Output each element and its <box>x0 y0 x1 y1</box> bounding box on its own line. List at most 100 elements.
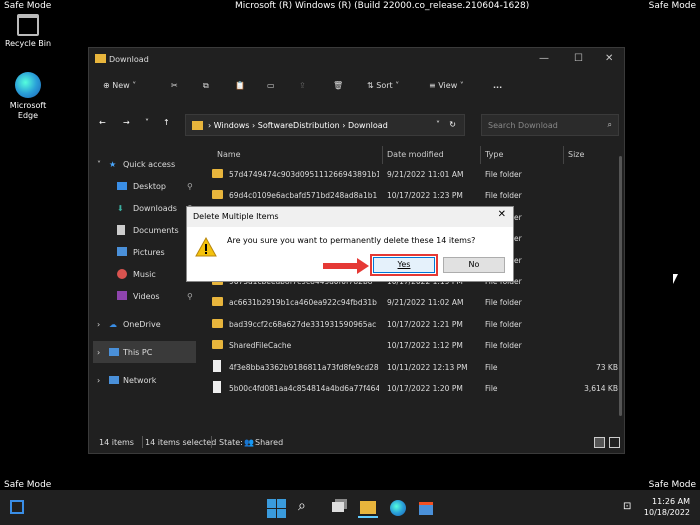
close-button[interactable]: ✕ <box>605 53 613 64</box>
rename-icon[interactable]: ▭ <box>267 81 275 90</box>
breadcrumb-item[interactable]: Download <box>348 121 388 130</box>
state-label: State: <box>219 438 243 447</box>
search-taskbar-icon[interactable]: ⌕ <box>298 498 318 518</box>
edge-taskbar-icon[interactable] <box>388 498 408 518</box>
nav-item-network[interactable]: › Network <box>93 369 198 391</box>
tiles-view-icon[interactable] <box>609 437 620 448</box>
file-icon <box>213 359 221 372</box>
edge-shortcut[interactable]: Microsoft Edge <box>0 72 56 121</box>
cell-date: 10/17/2022 1:23 PM <box>387 191 463 201</box>
nav-label: Network <box>123 376 157 385</box>
nav-item-quick-access[interactable]: ˅ ★ Quick access <box>93 153 198 175</box>
nav-item-downloads[interactable]: ⬇ Downloads ⚲ <box>93 197 198 219</box>
delete-icon[interactable]: 🗑 <box>333 81 343 90</box>
nav-item-onedrive[interactable]: › ☁ OneDrive <box>93 313 198 335</box>
state-value: Shared <box>255 438 284 447</box>
nav-label: Videos <box>133 292 160 301</box>
nav-item-desktop[interactable]: Desktop ⚲ <box>93 175 198 197</box>
nav-item-music[interactable]: Music ⚲ <box>93 263 198 285</box>
paste-icon[interactable]: 📋 <box>235 81 245 90</box>
nav-label: Documents <box>133 226 179 235</box>
column-header: Name Date modified Type Size <box>207 146 616 164</box>
folder-row[interactable]: 69d4c0109e6acbafd571bd248ad8a1b1 10/17/20… <box>207 185 616 206</box>
recent-chevron-icon[interactable]: ˅ <box>145 118 149 127</box>
back-arrow-icon[interactable]: ← <box>99 118 106 127</box>
minimize-button[interactable]: — <box>539 53 549 64</box>
address-bar[interactable]: › Windows › SoftwareDistribution › Downl… <box>185 114 465 136</box>
recycle-bin-label: Recycle Bin <box>4 39 52 48</box>
share-icon[interactable]: ⇪ <box>299 81 306 90</box>
cell-type: File folder <box>485 298 522 308</box>
download-icon: ⬇ <box>117 204 124 213</box>
recycle-bin-shortcut[interactable]: Recycle Bin <box>0 14 56 49</box>
command-bar: ⊕ New ˅ ✂ ⧉ 📋 ▭ ⇪ 🗑 ⇅ Sort ˅ ≡ View ˅ ..… <box>89 76 624 100</box>
file-row[interactable]: 4f3e8bba3362b9186811a73fd8fe9cd28355... 1… <box>207 357 618 378</box>
selected-count: 14 items selected <box>145 438 217 447</box>
recycle-bin-icon <box>17 14 39 36</box>
safe-mode-desktop-icon[interactable] <box>10 500 30 520</box>
taskbar: ⌕ ⊡ 11:26 AM 10/18/2022 <box>0 490 700 525</box>
desktop-build-title: Microsoft (R) Windows (R) (Build 22000.c… <box>235 1 530 11</box>
cell-date: 10/17/2022 1:20 PM <box>387 383 463 393</box>
more-options-button[interactable]: ... <box>493 81 502 90</box>
new-button[interactable]: ⊕ New ˅ <box>103 81 136 90</box>
breadcrumb-separator-icon: › <box>342 121 346 130</box>
pin-icon[interactable]: ⚲ <box>187 292 193 301</box>
task-view-icon[interactable] <box>328 498 348 518</box>
folder-row[interactable]: 57d4749474c903d095111266943891b1 9/21/202… <box>207 164 616 185</box>
nav-item-pictures[interactable]: Pictures ⚲ <box>93 241 198 263</box>
nav-item-this-pc[interactable]: › This PC <box>93 341 196 363</box>
dialog-close-icon[interactable]: ✕ <box>498 209 506 220</box>
cell-type: File folder <box>485 319 522 329</box>
store-icon[interactable] <box>416 498 436 518</box>
yes-button[interactable]: Yes <box>370 254 438 276</box>
network-icon <box>109 376 119 384</box>
nav-item-videos[interactable]: Videos ⚲ <box>93 285 198 307</box>
folder-row[interactable]: bad39ccf2c68a627de331931590965ac 10/17/20… <box>207 314 616 335</box>
arrow-head-icon <box>357 258 369 274</box>
cell-date: 10/17/2022 1:21 PM <box>387 319 463 329</box>
column-type[interactable]: Type <box>485 150 503 159</box>
nav-item-documents[interactable]: Documents ⚲ <box>93 219 198 241</box>
search-input[interactable]: Search Download ⌕ <box>481 114 619 136</box>
refresh-icon[interactable]: ↻ <box>449 120 456 129</box>
sort-button[interactable]: ⇅ Sort ˅ <box>367 81 399 90</box>
copy-icon[interactable]: ⧉ <box>203 81 209 91</box>
music-icon <box>117 269 127 279</box>
view-button[interactable]: ≡ View ˅ <box>429 81 464 90</box>
forward-arrow-icon[interactable]: → <box>123 118 130 127</box>
cell-type: File <box>485 383 498 393</box>
folder-row[interactable]: ac6631b2919b1ca460ea922c94fbd31b 9/21/202… <box>207 292 616 313</box>
breadcrumb-item[interactable]: SoftwareDistribution <box>258 121 340 130</box>
chevron-down-icon[interactable]: ˅ <box>436 120 440 129</box>
no-button[interactable]: No <box>443 257 505 273</box>
safe-mode-label-bottom: Safe Mode <box>4 480 52 490</box>
breadcrumb: › Windows › SoftwareDistribution › Downl… <box>208 121 388 130</box>
pin-icon[interactable]: ⚲ <box>187 182 193 191</box>
folder-icon <box>212 169 223 178</box>
breadcrumb-item[interactable]: Windows <box>214 121 250 130</box>
file-explorer-taskbar-icon[interactable] <box>358 498 378 518</box>
folder-row[interactable]: SharedFileCache 10/17/2022 1:12 PM File fo… <box>207 335 616 356</box>
details-view-icon[interactable] <box>594 437 605 448</box>
cell-date: 9/21/2022 11:01 AM <box>387 170 464 179</box>
vertical-scrollbar[interactable] <box>619 156 622 416</box>
system-tray-icon[interactable]: ⊡ <box>623 501 631 512</box>
file-row[interactable]: 5b00c4fd081aa4c854814a4bd6a77f4644f9... 1… <box>207 378 618 399</box>
sort-icon: ⇅ <box>367 81 374 90</box>
cut-icon[interactable]: ✂ <box>171 81 178 90</box>
chevron-right-icon: › <box>97 376 101 385</box>
column-name[interactable]: Name <box>217 150 241 159</box>
warning-icon <box>195 237 217 257</box>
column-date[interactable]: Date modified <box>387 150 444 159</box>
desktop-icon <box>117 182 127 190</box>
folder-icon <box>212 190 223 200</box>
breadcrumb-separator-icon: › <box>252 121 256 130</box>
cell-name: ac6631b2919b1ca460ea922c94fbd31b <box>229 298 377 308</box>
column-size[interactable]: Size <box>568 150 584 159</box>
maximize-button[interactable]: ☐ <box>574 53 583 64</box>
edge-icon <box>15 72 41 98</box>
clock[interactable]: 11:26 AM 10/18/2022 <box>644 496 690 518</box>
up-arrow-icon[interactable]: ↑ <box>163 118 170 127</box>
start-button[interactable] <box>266 498 286 518</box>
